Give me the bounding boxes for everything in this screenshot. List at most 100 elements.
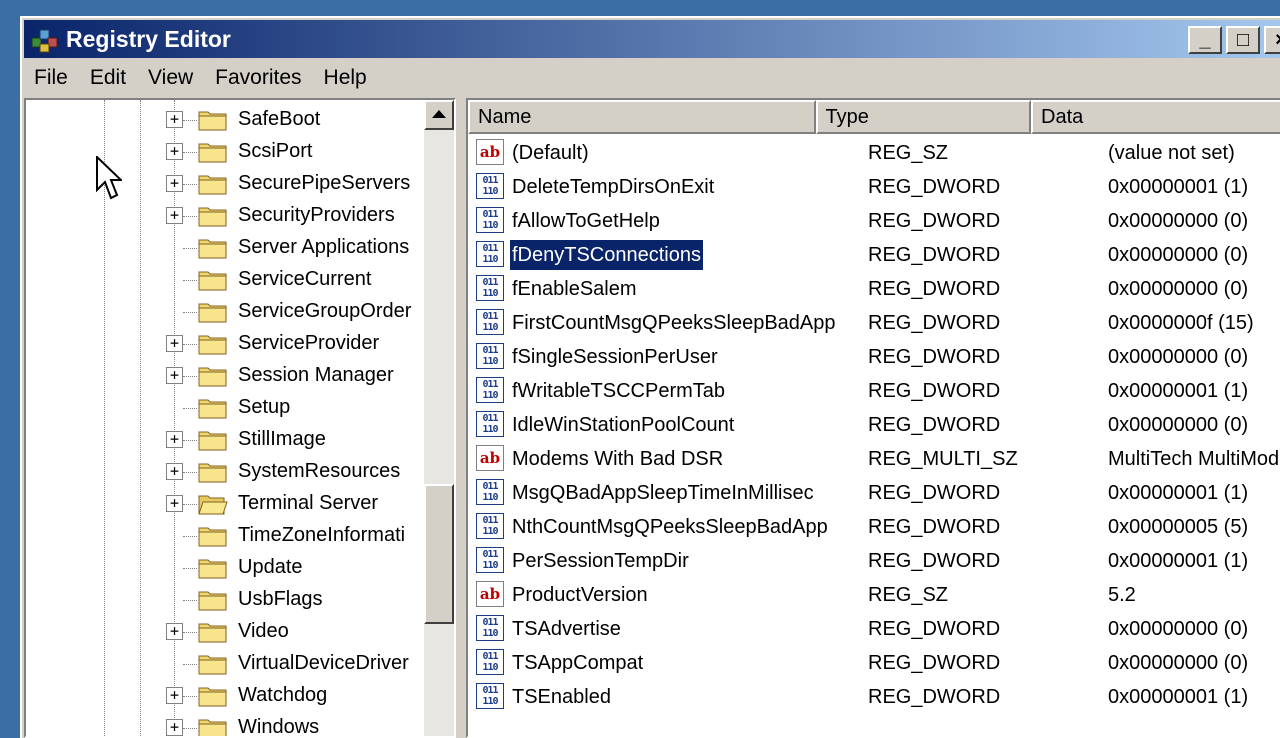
binary-bits: 011 110 010 [478, 379, 502, 402]
value-row[interactable]: ab (Default) REG_SZ (value not set) [468, 136, 1280, 170]
scroll-thumb[interactable] [424, 484, 454, 624]
tree-item[interactable]: + SystemResources [26, 456, 426, 488]
value-type: REG_DWORD [868, 686, 1001, 708]
value-name: fSingleSessionPerUser [512, 346, 718, 368]
value-name: DeleteTempDirsOnExit [512, 176, 715, 198]
tree-item[interactable]: Setup [26, 392, 426, 424]
value-row[interactable]: 011 110 010 TSAdvertise REG_DWORD 0x0000000… [468, 612, 1280, 646]
tree-item[interactable]: + ServiceProvider [26, 328, 426, 360]
value-row[interactable]: 011 110 010 fAllowToGetHelp REG_DWORD 0x000… [468, 204, 1280, 238]
value-name: ProductVersion [512, 584, 648, 606]
tree-item[interactable]: + SecurePipeServers [26, 168, 426, 200]
binary-value-icon: 011 110 010 [476, 615, 504, 641]
value-row[interactable]: 011 110 010 fEnableSalem REG_DWORD 0x000000… [468, 272, 1280, 306]
tree-item-label: Video [238, 620, 289, 642]
pane-splitter[interactable] [456, 98, 466, 738]
tree-item[interactable]: ServiceGroupOrder [26, 296, 426, 328]
tree-item[interactable]: TimeZoneInformati [26, 520, 426, 552]
value-type: REG_DWORD [868, 312, 1001, 334]
menu-view[interactable]: View [138, 66, 203, 90]
value-row[interactable]: 011 110 010 NthCountMsgQPeeksSleepBadApp R… [468, 510, 1280, 544]
value-name: (Default) [512, 142, 589, 164]
tree-item[interactable]: + StillImage [26, 424, 426, 456]
menu-favorites[interactable]: Favorites [205, 66, 311, 90]
menu-edit[interactable]: Edit [80, 66, 136, 90]
folder-icon [198, 175, 227, 195]
title-bar[interactable]: Registry Editor _ □ × [24, 20, 1280, 58]
maximize-button[interactable]: □ [1226, 26, 1260, 54]
value-row[interactable]: 011 110 010 MsgQBadAppSleepTimeInMillisec… [468, 476, 1280, 510]
folder-icon [198, 559, 227, 579]
expand-icon[interactable]: + [166, 495, 183, 512]
expand-icon[interactable]: + [166, 143, 183, 160]
tree-item[interactable]: VirtualDeviceDriver [26, 648, 426, 680]
value-row[interactable]: 011 110 010 FirstCountMsgQPeeksSleepBadAp… [468, 306, 1280, 340]
tree-item[interactable]: + ScsiPort [26, 136, 426, 168]
tree-connector [183, 376, 197, 377]
value-row[interactable]: 011 110 010 PerSessionTempDir REG_DWORD 0x0… [468, 544, 1280, 578]
tree-connector [183, 728, 197, 729]
expand-icon[interactable]: + [166, 719, 183, 736]
tree-item[interactable]: + Terminal Server [26, 488, 426, 520]
expand-icon[interactable]: + [166, 367, 183, 384]
tree-item-label: VirtualDeviceDriver [238, 652, 409, 674]
scroll-up-button[interactable] [424, 100, 454, 130]
value-type: REG_DWORD [868, 346, 1001, 368]
column-header-name[interactable]: Name [468, 100, 816, 134]
expand-icon[interactable]: + [166, 431, 183, 448]
binary-value-icon: 011 110 010 [476, 411, 504, 437]
close-button[interactable]: × [1264, 26, 1280, 54]
tree-item[interactable]: Update [26, 552, 426, 584]
tree-item-label: StillImage [238, 428, 326, 450]
expand-icon[interactable]: + [166, 335, 183, 352]
value-row[interactable]: ab ProductVersion REG_SZ 5.2 [468, 578, 1280, 612]
menu-help[interactable]: Help [314, 66, 377, 90]
binary-bits: 011 110 010 [478, 345, 502, 368]
expand-icon[interactable]: + [166, 207, 183, 224]
tree-item[interactable]: + Windows [26, 712, 426, 736]
menu-file[interactable]: File [24, 66, 78, 90]
expand-icon[interactable]: + [166, 623, 183, 640]
minimize-button[interactable]: _ [1188, 26, 1222, 54]
expand-icon[interactable]: + [166, 687, 183, 704]
folder-icon [198, 687, 227, 707]
tree-item[interactable]: + SafeBoot [26, 104, 426, 136]
value-row[interactable]: 011 110 010 IdleWinStationPoolCount REG_DW… [468, 408, 1280, 442]
expand-icon[interactable]: + [166, 175, 183, 192]
folder-icon [198, 239, 227, 259]
expand-icon[interactable]: + [166, 111, 183, 128]
value-type: REG_DWORD [868, 176, 1001, 198]
value-data: (value not set) [1108, 142, 1235, 164]
tree-connector [183, 312, 197, 313]
value-row[interactable]: 011 110 010 TSAppCompat REG_DWORD 0x0000000… [468, 646, 1280, 680]
binary-value-icon: 011 110 010 [476, 479, 504, 505]
value-row[interactable]: 011 110 010 fDenyTSConnections REG_DWORD 0x… [468, 238, 1280, 272]
value-data: 0x00000005 (5) [1108, 516, 1249, 538]
column-header-data[interactable]: Data [1031, 100, 1280, 134]
tree-item-label: SecurePipeServers [238, 172, 411, 194]
value-row[interactable]: 011 110 010 fWritableTSCCPermTab REG_DWORD… [468, 374, 1280, 408]
value-row[interactable]: 011 110 010 fSingleSessionPerUser REG_DWOR… [468, 340, 1280, 374]
tree-item[interactable]: + Video [26, 616, 426, 648]
key-tree-pane[interactable]: + SafeBoot + ScsiPort + SecurePipeServers + Sec… [24, 98, 456, 738]
value-row[interactable]: 011 110 010 TSEnabled REG_DWORD 0x00000001 … [468, 680, 1280, 714]
expand-icon[interactable]: + [166, 463, 183, 480]
folder-icon [198, 463, 227, 483]
tree-item[interactable]: Server Applications [26, 232, 426, 264]
tree-scrollbar[interactable] [424, 100, 454, 736]
tree-item[interactable]: UsbFlags [26, 584, 426, 616]
column-header-type[interactable]: Type [815, 100, 1031, 134]
tree-item[interactable]: + Watchdog [26, 680, 426, 712]
value-name: TSEnabled [512, 686, 611, 708]
tree-item[interactable]: + Session Manager [26, 360, 426, 392]
mouse-cursor-icon [96, 156, 122, 200]
value-row[interactable]: 011 110 010 DeleteTempDirsOnExit REG_DWORD… [468, 170, 1280, 204]
minimize-icon: _ [1199, 28, 1211, 51]
value-row[interactable]: ab Modems With Bad DSR REG_MULTI_SZ MultiTe… [468, 442, 1280, 476]
tree-item-label: SafeBoot [238, 108, 321, 130]
tree-item[interactable]: + SecurityProviders [26, 200, 426, 232]
tree-item[interactable]: ServiceCurrent [26, 264, 426, 296]
binary-bits: 011 110 010 [478, 685, 502, 708]
values-list-pane[interactable]: Name Type Data ab (Default) REG_SZ (value n… [466, 98, 1280, 738]
tree-connector [183, 472, 197, 473]
